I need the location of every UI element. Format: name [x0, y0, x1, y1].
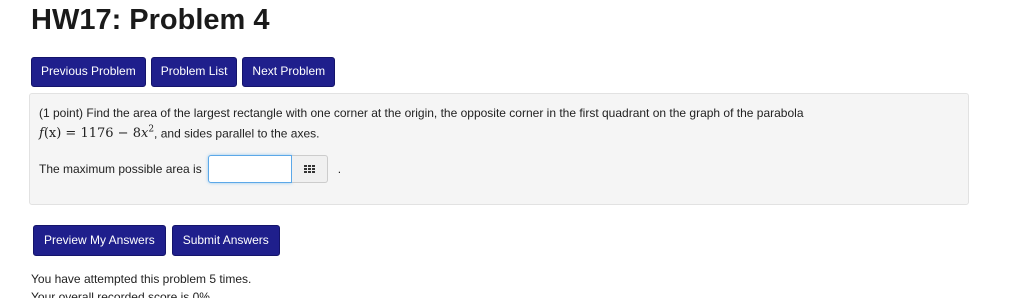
problem-list-button[interactable]: Problem List [150, 57, 238, 87]
next-problem-button[interactable]: Next Problem [242, 57, 336, 87]
score-text: Your overall recorded score is 0%. [31, 290, 214, 298]
grid-icon [303, 165, 315, 173]
page-title: HW17: Problem 4 [31, 4, 270, 36]
answer-label: The maximum possible area is [39, 162, 202, 176]
submit-answers-button[interactable]: Submit Answers [171, 225, 280, 256]
page: HW17: Problem 4 Previous Problem Problem… [0, 0, 1024, 298]
answer-suffix: . [337, 162, 342, 176]
function-variable: (x) [43, 126, 62, 142]
function-equation: = 1176 − 8 [61, 126, 141, 142]
attempts-text: You have attempted this problem 5 times. [31, 272, 252, 286]
answer-actions: Preview My Answers Submit Answers [33, 225, 280, 256]
problem-nav: Previous Problem Problem List Next Probl… [31, 57, 336, 87]
answer-row: The maximum possible area is . [39, 155, 341, 183]
attempt-status: You have attempted this problem 5 times.… [31, 270, 251, 298]
problem-text-line2: , and sides parallel to the axes. [154, 126, 320, 141]
function-expression: f(x) = 1176 − 8x2 [39, 125, 154, 142]
equation-editor-button[interactable] [291, 155, 328, 183]
previous-problem-button[interactable]: Previous Problem [31, 57, 146, 87]
problem-statement: (1 point) Find the area of the largest r… [39, 105, 804, 142]
problem-text-line1: Find the area of the largest rectangle w… [86, 106, 804, 120]
preview-answers-button[interactable]: Preview My Answers [33, 225, 166, 256]
answer-input[interactable] [207, 155, 292, 183]
problem-panel: (1 point) Find the area of the largest r… [29, 93, 969, 205]
points-label: (1 point) [39, 106, 84, 120]
